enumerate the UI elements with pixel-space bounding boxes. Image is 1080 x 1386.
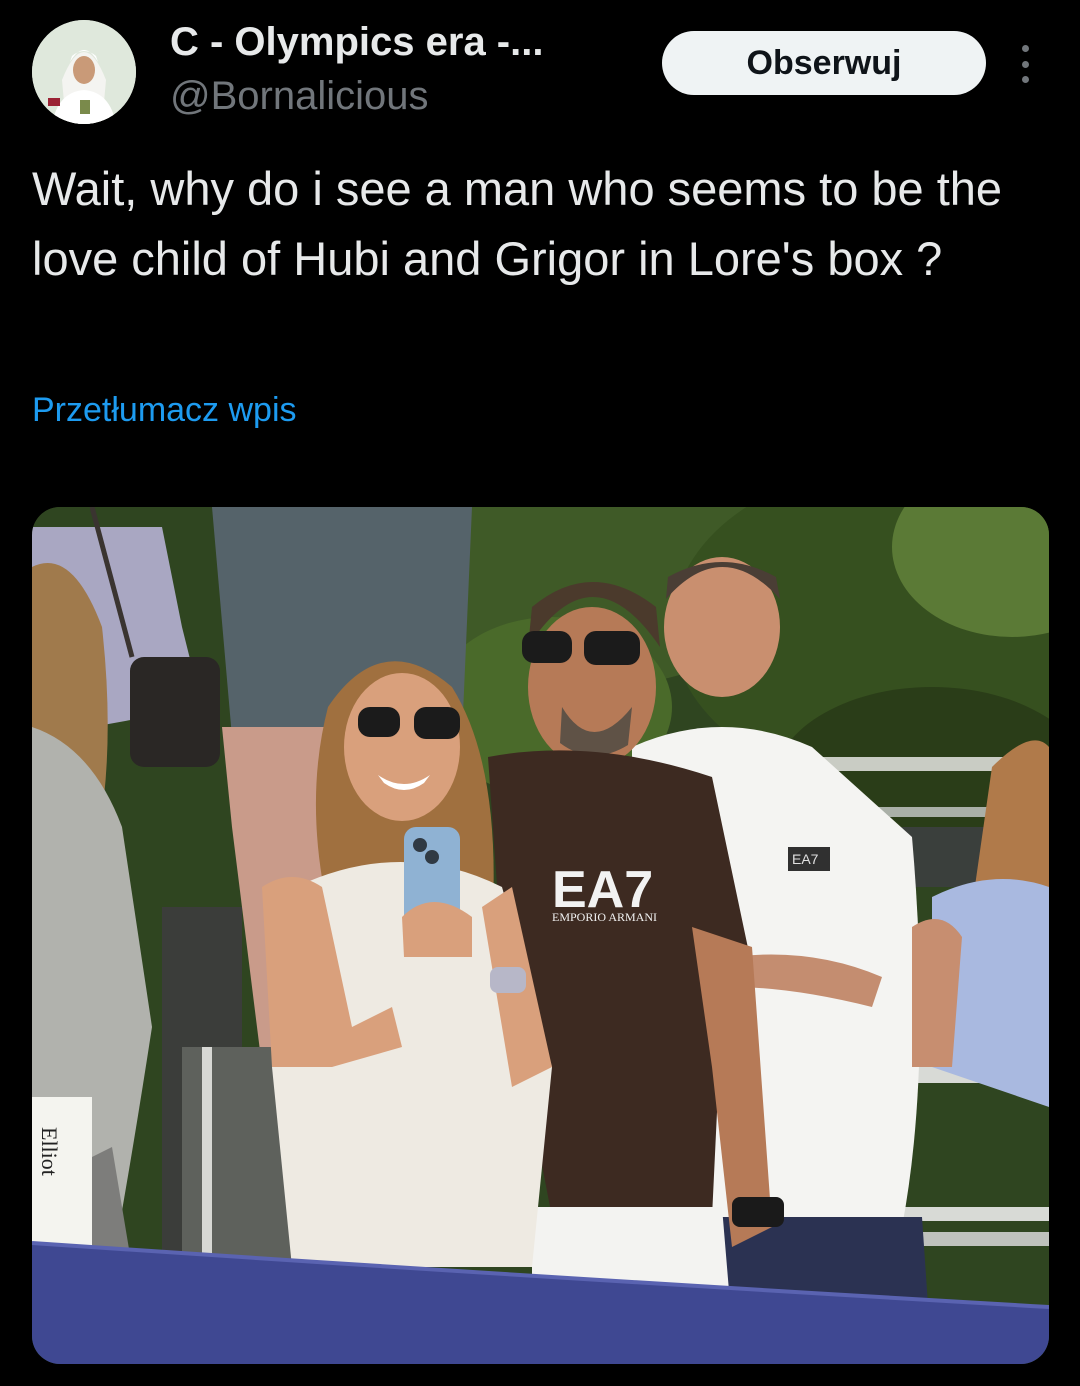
tweet-text: Wait, why do i see a man who seems to be… — [32, 162, 1003, 285]
translate-post-link[interactable]: Przetłumacz wpis — [32, 391, 297, 430]
tweet-header: C - Olympics era -... @Bornalicious Obse… — [32, 18, 1052, 128]
tweet-photo[interactable]: Elliot EA7 EA7 EMPORIO ARMANI — [32, 507, 1049, 1364]
tweet-post: C - Olympics era -... @Bornalicious Obse… — [0, 0, 1080, 1386]
photo-scene: Elliot EA7 EA7 EMPORIO ARMANI — [32, 507, 1049, 1364]
shirt-brand: EMPORIO ARMANI — [552, 910, 657, 924]
sign-text: Elliot — [37, 1127, 62, 1176]
author-avatar[interactable] — [32, 20, 136, 124]
author-display-name[interactable]: C - Olympics era -... — [170, 20, 543, 65]
follow-button[interactable]: Obserwuj — [662, 31, 986, 95]
chest-logo: EA7 — [792, 851, 819, 867]
author-handle[interactable]: @Bornalicious — [170, 74, 429, 119]
more-options-icon[interactable] — [1010, 42, 1040, 86]
